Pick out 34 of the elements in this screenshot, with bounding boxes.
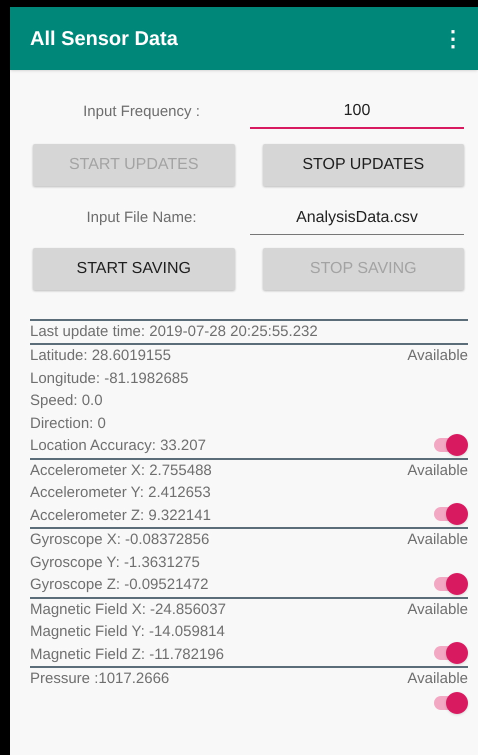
sensor-reading: Pressure :1017.2666 xyxy=(30,669,170,689)
sensor-reading: Speed: 0.0 xyxy=(30,391,104,411)
status-text: Available xyxy=(407,669,468,689)
status-text: Available xyxy=(407,530,468,550)
sensor-reading: Latitude: 28.6019155 xyxy=(30,346,172,366)
toggle-switch[interactable] xyxy=(432,692,468,714)
sensor-reading: Direction: 0 xyxy=(30,414,107,434)
field-label: Input File Name: xyxy=(85,208,198,228)
action-button[interactable]: START SAVING xyxy=(33,248,234,290)
status-text: Available xyxy=(407,460,468,480)
app-title: All Sensor Data xyxy=(30,26,178,52)
text-field[interactable]: 100 xyxy=(250,95,464,129)
sensor-reading: Accelerometer X: 2.755488 xyxy=(30,460,213,480)
sensor-reading: Location Accuracy: 33.207 xyxy=(30,436,207,456)
sensor-reading: Magnetic Field Z: -11.782196 xyxy=(30,644,225,664)
sensor-reading: Gyroscope X: -0.08372856 xyxy=(30,530,210,550)
sensor-reading: Gyroscope Z: -0.09521472 xyxy=(30,575,210,595)
action-button[interactable]: STOP UPDATES xyxy=(262,144,464,186)
status-text: Available xyxy=(407,600,468,620)
toggle-switch[interactable] xyxy=(432,503,468,525)
sensor-reading: Magnetic Field Y: -14.059814 xyxy=(30,622,226,642)
sensor-reading: Accelerometer Z: 9.322141 xyxy=(30,506,212,526)
sensor-reading: Gyroscope Y: -1.3631275 xyxy=(30,552,201,572)
text-field[interactable]: AnalysisData.csv xyxy=(250,201,464,235)
menu-button[interactable]: ⋮ xyxy=(438,22,468,55)
toggle-switch[interactable] xyxy=(432,434,468,456)
field-label: Input Frequency : xyxy=(82,102,201,122)
last-update-text: Last update time: 2019-07-28 20:25:55.232 xyxy=(30,322,319,342)
sensor-reading: Magnetic Field X: -24.856037 xyxy=(30,600,227,620)
toggle-switch[interactable] xyxy=(432,642,468,664)
sensor-reading: Accelerometer Y: 2.412653 xyxy=(30,483,212,503)
sensor-reading: Longitude: -81.1982685 xyxy=(30,368,190,388)
status-text: Available xyxy=(407,346,468,366)
toggle-switch[interactable] xyxy=(432,572,468,594)
